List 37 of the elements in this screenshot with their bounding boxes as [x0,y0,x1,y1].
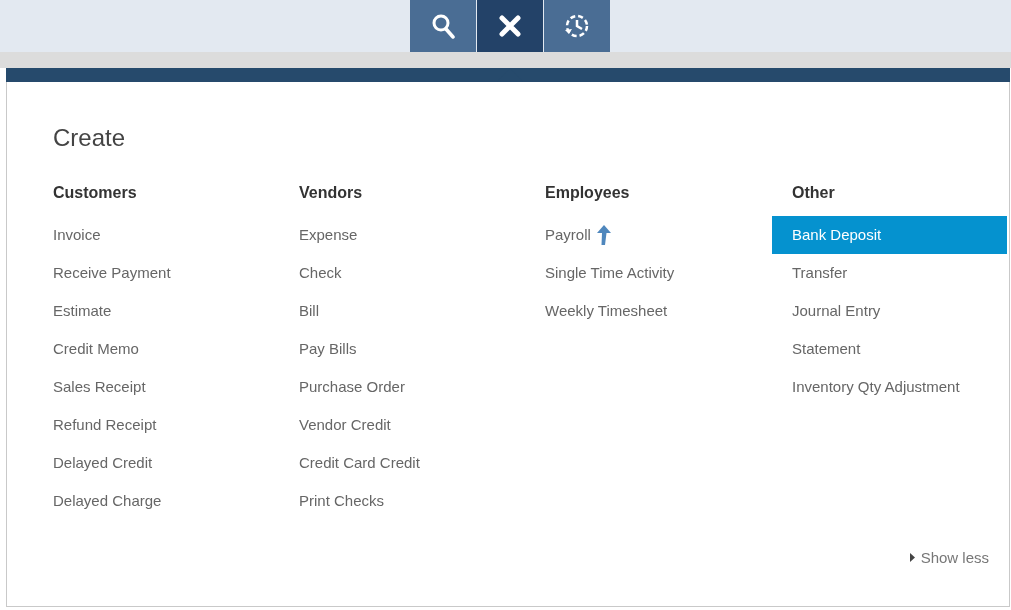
create-link[interactable]: Bank Deposit [772,216,1007,254]
create-link[interactable]: Receive Payment [53,254,171,292]
create-link[interactable]: Journal Entry [792,292,881,330]
create-link[interactable]: Estimate [53,292,112,330]
caret-icon [909,553,915,562]
create-link[interactable]: Refund Receipt [53,406,157,444]
close-icon [498,15,521,37]
column-heading: Other [792,184,836,202]
close-button[interactable] [476,0,543,52]
create-link[interactable]: Delayed Credit [53,444,153,482]
create-link[interactable]: Statement [792,330,861,368]
panel-title: Create [53,124,127,152]
create-link[interactable]: Print Checks [299,482,385,520]
create-link[interactable]: Payroll [545,216,611,254]
column-heading: Employees [545,184,631,202]
history-button[interactable] [543,0,610,52]
create-link[interactable]: Delayed Charge [53,482,162,520]
create-link[interactable]: Invoice [53,216,101,254]
create-link[interactable]: Sales Receipt [53,368,146,406]
search-button[interactable] [409,0,476,52]
create-link[interactable]: Transfer [792,254,848,292]
create-link[interactable]: Weekly Timesheet [545,292,668,330]
create-link[interactable]: Inventory Qty Adjustment [792,368,960,406]
create-link[interactable]: Bill [299,292,319,330]
create-link[interactable]: Vendor Credit [299,406,391,444]
column-heading: Customers [53,184,138,202]
create-link[interactable]: Purchase Order [299,368,405,406]
create-link[interactable]: Credit Card Credit [299,444,420,482]
create-link[interactable]: Credit Memo [53,330,139,368]
create-link[interactable]: Pay Bills [299,330,357,368]
create-link[interactable]: Expense [299,216,358,254]
search-icon [430,13,455,39]
create-link[interactable]: Check [299,254,342,292]
column-heading: Vendors [299,184,364,202]
create-link[interactable]: Single Time Activity [545,254,675,292]
upgrade-arrow-icon [596,225,611,245]
show-less-link[interactable]: Show less [909,549,989,566]
